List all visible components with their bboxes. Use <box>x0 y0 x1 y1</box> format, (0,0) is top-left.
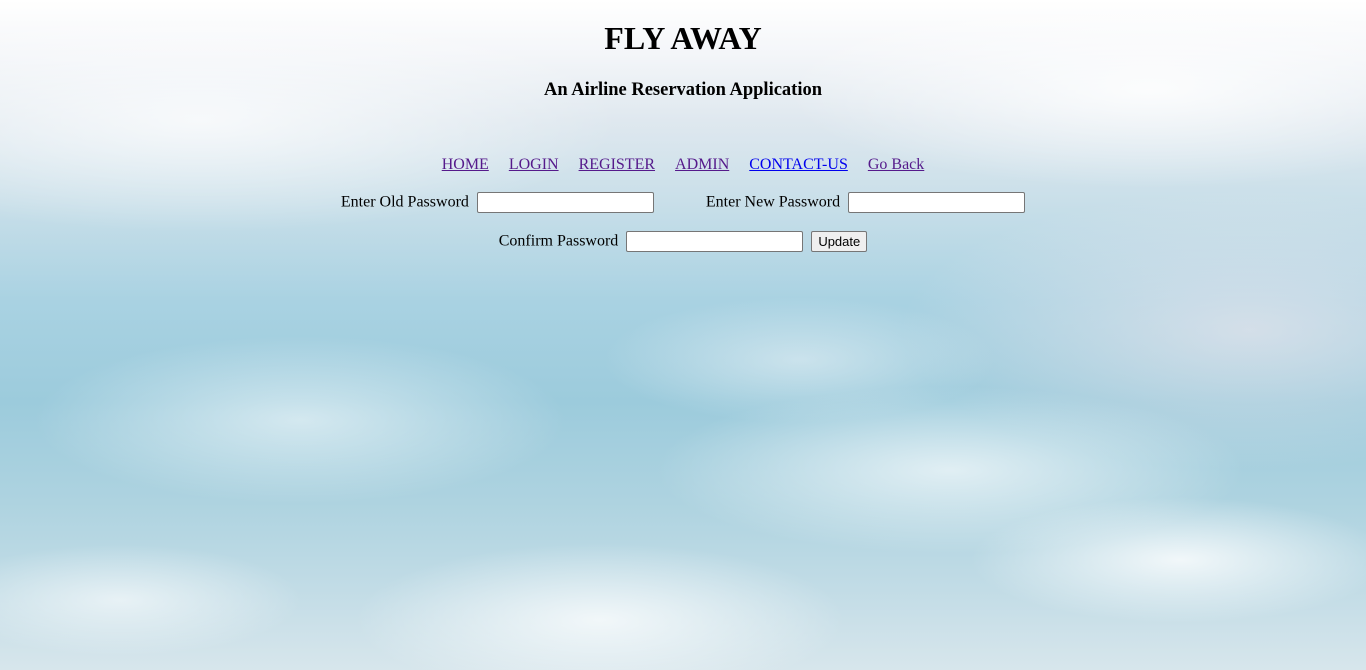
site-title: FLY AWAY <box>604 20 762 56</box>
new-password-label: Enter New Password <box>705 193 841 211</box>
nav-link-home[interactable]: HOME <box>442 156 489 173</box>
new-password-input[interactable] <box>848 191 1026 213</box>
nav-link-register[interactable]: REGISTER <box>579 156 655 173</box>
nav-link-contact-us[interactable]: CONTACT-US <box>749 156 848 173</box>
old-password-input[interactable] <box>476 191 654 213</box>
update-button[interactable]: Update <box>811 230 868 252</box>
confirm-password-label: Confirm Password <box>498 232 619 250</box>
site-subtitle: An Airline Reservation Application <box>543 80 823 100</box>
old-password-label: Enter Old Password <box>340 193 469 211</box>
nav-link-go-back[interactable]: Go Back <box>868 156 924 173</box>
confirm-row: Confirm Password Update <box>0 230 1366 252</box>
nav-link-login[interactable]: LOGIN <box>509 156 559 173</box>
confirm-password-input[interactable] <box>626 230 804 252</box>
main-nav: HOME LOGIN REGISTER ADMIN CONTACT-US Go … <box>0 155 1366 174</box>
password-row: Enter Old Password Enter New Password <box>0 191 1366 213</box>
nav-link-admin[interactable]: ADMIN <box>675 156 729 173</box>
